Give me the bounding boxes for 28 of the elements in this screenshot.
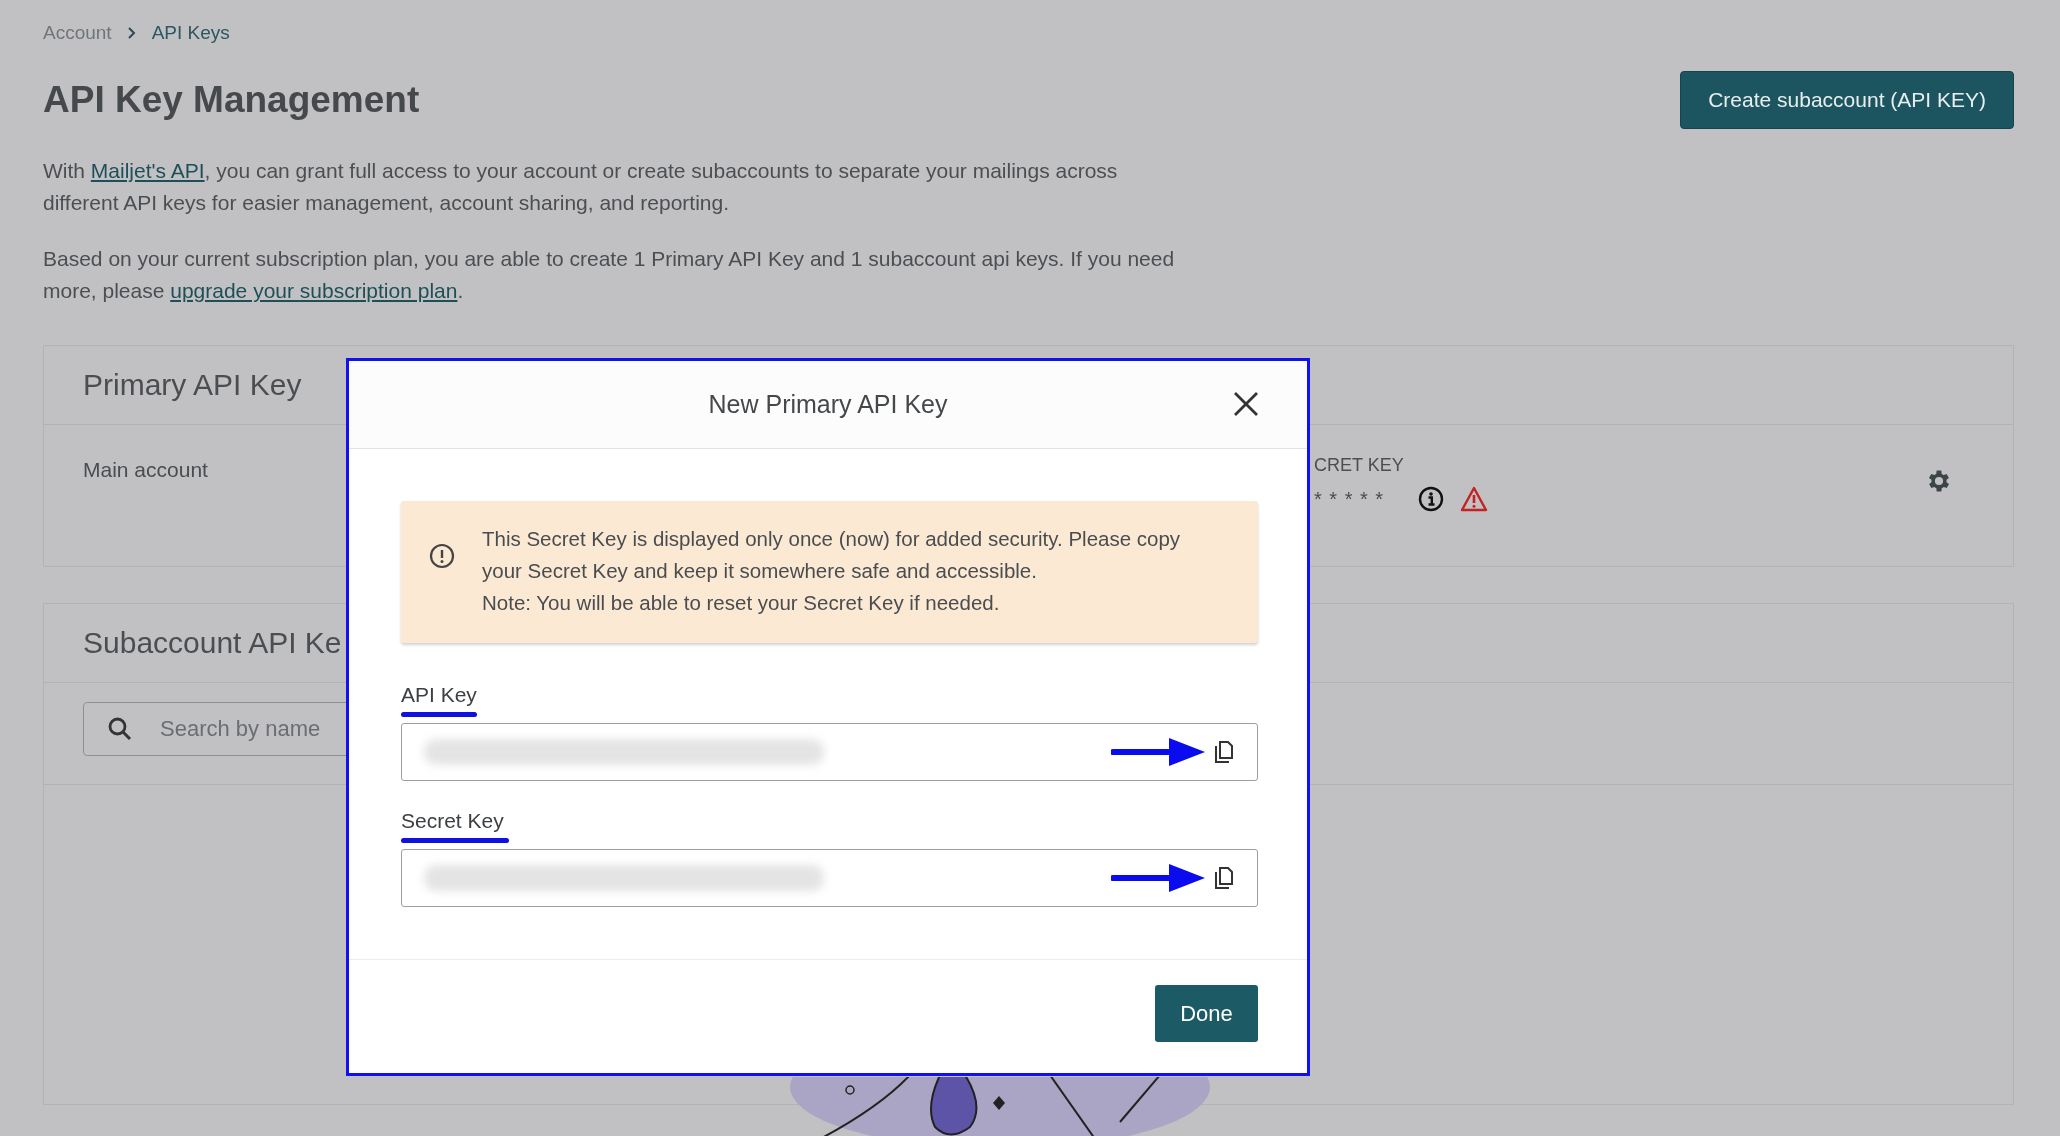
masked-key: * * * * *	[1314, 487, 1385, 511]
modal-title: New Primary API Key	[708, 390, 948, 419]
page-title: API Key Management	[43, 79, 420, 121]
section-title: Primary API Key	[83, 368, 302, 402]
section-title: Subaccount API Ke	[83, 626, 342, 660]
notice-text: Note: You will be able to reset your Secret Key if needed.	[482, 590, 1001, 616]
search-icon	[107, 716, 133, 742]
chevron-right-icon	[125, 26, 138, 40]
link[interactable]: Mailjet's API	[90, 159, 205, 182]
warning-icon	[1460, 486, 1489, 512]
column-label: CRET KEY	[1314, 455, 1405, 476]
alert-icon	[429, 543, 455, 569]
key-field[interactable]	[401, 723, 1258, 781]
breadcrumb-link[interactable]: Account	[43, 22, 112, 44]
breadcrumb-link[interactable]: API Keys	[151, 22, 230, 44]
link[interactable]: upgrade your subscription plan	[170, 279, 458, 302]
copy-icon[interactable]	[1213, 865, 1235, 891]
key-field[interactable]	[401, 849, 1258, 907]
info-icon[interactable]	[1418, 486, 1445, 512]
copy-icon[interactable]	[1213, 739, 1235, 765]
done-button[interactable]: Done	[1155, 985, 1258, 1042]
account-name: Main account	[83, 457, 209, 482]
intro-paragraph: Based on your current subscription plan, you are able to create 1 Primary API Key and 1 subaccount api keys. If you need more, please upgrade your subscription plan.	[43, 246, 1176, 304]
close-icon[interactable]	[1233, 391, 1259, 417]
create-subaccount-button[interactable]: Create subaccount (API KEY)	[1680, 71, 2014, 129]
notice-text: This Secret Key is displayed only once (now) for added security. Please copy your Secret Key and keep it somewhere safe and accessible.	[482, 526, 1182, 584]
field-label: Secret Key	[401, 809, 505, 833]
intro-paragraph: With Mailjet's API, you can grant full access to your account or create subaccounts to separate your mailings across different API keys for easier management, account sharing, and reporting.	[43, 158, 1119, 216]
